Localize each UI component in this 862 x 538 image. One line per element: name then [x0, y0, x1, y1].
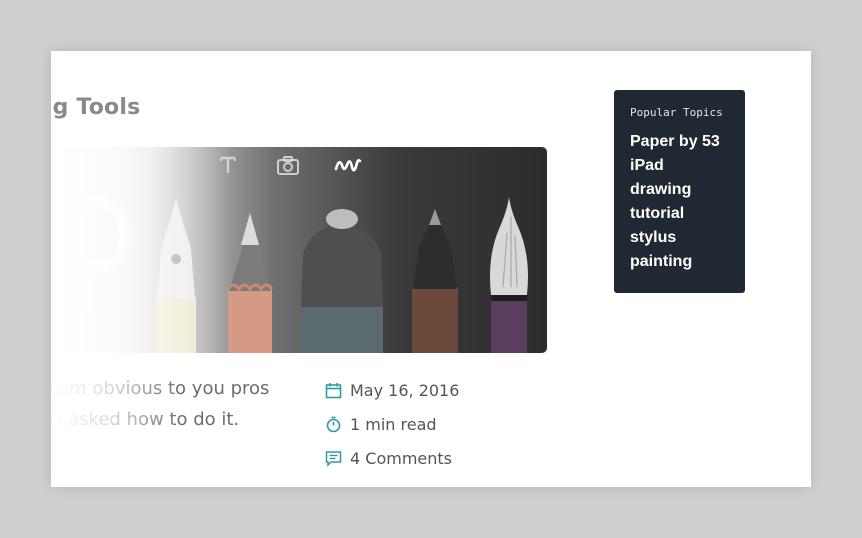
post-date-row: May 16, 2016: [325, 373, 459, 407]
comments-row[interactable]: 4 Comments: [325, 441, 459, 475]
hero-left-fade: [51, 147, 231, 353]
stopwatch-icon: [326, 416, 341, 432]
calendar-icon: [325, 382, 342, 398]
comment-icon: [325, 450, 342, 467]
brush-tool: [490, 197, 528, 353]
popular-topics-box: Popular Topics Paper by 53 iPad drawing …: [614, 90, 745, 293]
topic-link[interactable]: stylus: [630, 226, 729, 250]
camera-icon[interactable]: [276, 155, 300, 177]
excerpt-fade: [51, 369, 181, 459]
read-time: 1 min read: [350, 414, 437, 434]
popular-topics-heading: Popular Topics: [630, 106, 723, 119]
read-time-row: 1 min read: [325, 407, 459, 441]
post-meta: May 16, 2016 1 min read 4 Comments: [325, 373, 459, 475]
topic-link[interactable]: drawing: [630, 178, 729, 202]
topic-link[interactable]: tutorial: [630, 202, 729, 226]
post-card: ing Tools: [51, 51, 811, 487]
draw-squiggle-icon[interactable]: [333, 155, 363, 177]
marker-tool: [301, 209, 383, 353]
pencil-tool: [226, 213, 274, 353]
topic-link[interactable]: Paper by 53: [630, 130, 729, 154]
fineliner-tool: [412, 209, 458, 353]
comments-link[interactable]: 4 Comments: [350, 449, 452, 468]
topic-link[interactable]: iPad: [630, 154, 729, 178]
hero-image[interactable]: [51, 147, 547, 353]
post-title[interactable]: ing Tools: [51, 95, 171, 120]
topic-link[interactable]: painting: [630, 250, 729, 274]
post-title-text: ing Tools: [51, 95, 141, 120]
post-date: May 16, 2016: [350, 380, 460, 400]
